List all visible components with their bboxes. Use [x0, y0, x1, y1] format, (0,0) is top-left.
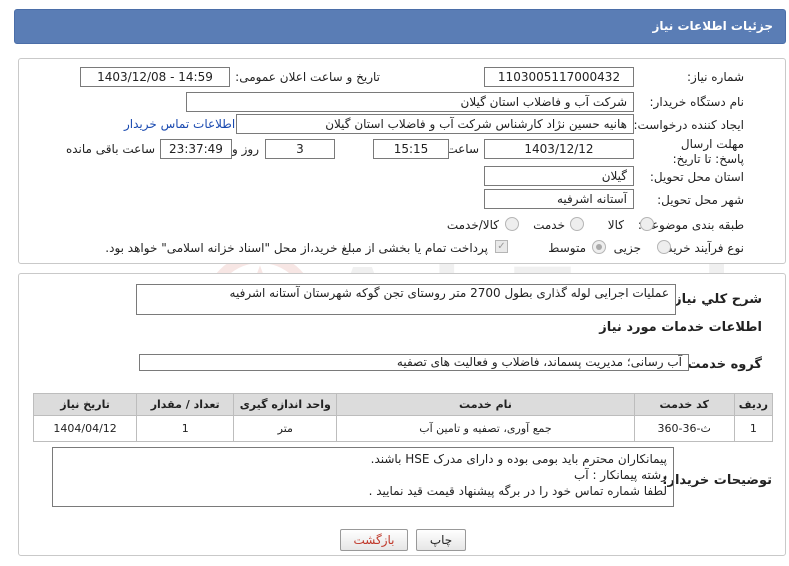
print-button[interactable]: چاپ: [416, 529, 466, 551]
process-option-medium: متوسط: [548, 241, 586, 255]
back-button[interactable]: بازگشت: [340, 529, 408, 551]
process-option-minor: جزیی: [613, 241, 641, 255]
category-radio-goods[interactable]: [640, 217, 654, 231]
creator-label: ایجاد کننده درخواست:: [633, 118, 744, 132]
buyer-label: نام دستگاه خریدار:: [649, 95, 745, 109]
category-radio-goods-service[interactable]: [505, 217, 519, 231]
col-row: ردیف: [733, 393, 774, 416]
cell-row: 1: [733, 415, 774, 442]
page-title: جزئیات اطلاعات نیاز: [652, 19, 773, 33]
city-field: آستانه اشرفیه: [484, 189, 634, 209]
need-number-label: شماره نیاز:: [687, 70, 744, 84]
col-unit: واحد اندازه گیری: [233, 393, 338, 416]
process-label: نوع فرآیند خرید :: [659, 241, 744, 255]
category-radio-service[interactable]: [570, 217, 584, 231]
col-quantity: تعداد / مقدار: [136, 393, 235, 416]
category-option-service: خدمت: [533, 218, 565, 232]
services-title: اطلاعات خدمات مورد نیاز: [599, 320, 762, 335]
deadline-date-field: 1403/12/12: [484, 139, 634, 159]
deadline-label: مهلت ارسال پاسخ: تا تاریخ:: [672, 137, 744, 166]
description-field: عملیات اجرایی لوله گذاری بطول 2700 متر ر…: [136, 284, 676, 315]
announce-field: 1403/12/08 - 14:59: [80, 67, 230, 87]
cell-service-name: جمع آوری، تصفیه و تامین آب: [336, 415, 635, 442]
buyer-notes-field: پیمانکاران محترم باید بومی بوده و دارای …: [52, 447, 674, 507]
process-radio-medium[interactable]: [592, 240, 606, 254]
col-service-code: کد خدمت: [633, 393, 735, 416]
col-service-name: نام خدمت: [336, 393, 635, 416]
announce-label: تاریخ و ساعت اعلان عمومی:: [235, 70, 380, 84]
services-table: ردیف کد خدمت نام خدمت واحد اندازه گیری ت…: [32, 393, 774, 442]
remaining-time-label: ساعت باقی مانده: [65, 142, 155, 156]
cell-service-code: ث-36-360: [633, 415, 735, 442]
category-option-goods-service: کالا/خدمت: [446, 218, 499, 232]
cell-quantity: 1: [136, 415, 235, 442]
city-label: شهر محل تحویل:: [657, 193, 744, 207]
description-label: شرح کلي نياز:: [668, 292, 762, 307]
process-radio-minor[interactable]: [657, 240, 671, 254]
category-option-goods: کالا: [607, 218, 624, 232]
remaining-time-field: 23:37:49: [160, 139, 232, 159]
payment-checkbox[interactable]: ✓: [495, 240, 508, 253]
table-header-row: ردیف کد خدمت نام خدمت واحد اندازه گیری ت…: [32, 393, 774, 416]
need-number-field: 1103005117000432: [484, 67, 634, 87]
buyer-field: شرکت آب و فاضلاب استان گیلان: [186, 92, 634, 112]
deadline-time-field: 15:15: [373, 139, 449, 159]
cell-need-date: 1404/04/12: [32, 415, 138, 442]
buyer-notes-line: لطفا شماره تماس خود را در برگه پیشنهاد ق…: [368, 484, 667, 498]
days-label: روز و: [232, 142, 259, 156]
province-label: استان محل تحویل:: [649, 170, 744, 184]
buyer-notes-line: رشته پیمانکار : آب: [574, 468, 667, 482]
col-need-date: تاریخ نیاز: [32, 393, 138, 416]
buyer-notes-line: پیمانکاران محترم باید بومی بوده و دارای …: [370, 452, 667, 466]
creator-field: هانیه حسین نژاد کارشناس شرکت آب و فاضلاب…: [236, 114, 634, 134]
buyer-contact-link[interactable]: اطلاعات تماس خریدار: [124, 117, 235, 131]
days-field: 3: [265, 139, 335, 159]
table-row: 1 ث-36-360 جمع آوری، تصفیه و تامین آب مت…: [32, 415, 774, 442]
page-header: جزئیات اطلاعات نیاز: [14, 9, 786, 44]
buyer-notes-label: توضیحات خریدار:: [662, 473, 772, 488]
deadline-time-label: ساعت: [446, 142, 479, 156]
service-group-field: آب رسانی؛ مدیریت پسماند، فاضلاب و فعالیت…: [139, 354, 689, 371]
payment-note: پرداخت تمام یا بخشی از مبلغ خرید،از محل …: [105, 241, 488, 255]
province-field: گیلان: [484, 166, 634, 186]
service-group-label: گروه خدمت:: [682, 357, 762, 372]
cell-unit: متر: [233, 415, 338, 442]
